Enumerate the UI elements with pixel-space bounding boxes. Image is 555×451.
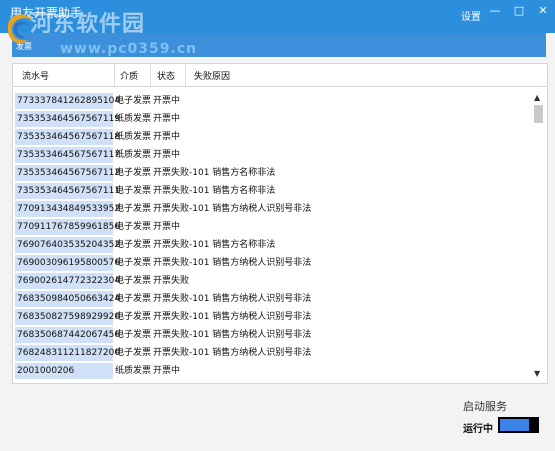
table-row[interactable]: 768350827598929920 电子发票 开票失败 -101 销售方纳税人识别号… — [13, 308, 533, 326]
serial-cell: 735353464567567112 — [15, 165, 120, 181]
table-row[interactable]: 769002614772322304 电子发票 开票失败 — [13, 272, 533, 290]
start-service-label: 启动服务 — [463, 400, 507, 413]
medium-cell: 电子发票 — [115, 276, 152, 286]
reason-cell: -101 销售方名称非法 — [189, 240, 276, 250]
medium-cell: 电子发票 — [115, 294, 152, 304]
table-header: 流水号 介质 状态 失败原因 — [13, 64, 547, 87]
toggle-fill — [500, 419, 529, 431]
serial-cell: 770913434849533952 — [15, 201, 120, 217]
status-cell: 开票失败 — [153, 186, 190, 196]
close-button[interactable]: ✕ — [536, 4, 550, 18]
serial-cell: 770911767859961856 — [15, 219, 120, 235]
serial-cell: 773337841262895104 — [15, 93, 120, 109]
table-row[interactable]: 773337841262895104 电子发票 开票中 — [13, 92, 533, 110]
serial-cell: 735353464567567111 — [15, 183, 120, 199]
medium-cell: 电子发票 — [115, 330, 152, 340]
status-cell: 开票失败 — [153, 348, 190, 358]
table-row[interactable]: 768248311211827200 电子发票 开票失败 -101 销售方纳税人识别号… — [13, 344, 533, 362]
settings-button[interactable]: 设置 — [461, 8, 481, 23]
medium-cell: 电子发票 — [115, 240, 152, 250]
status-cell: 开票中 — [153, 366, 181, 376]
status-cell: 开票失败 — [153, 276, 190, 286]
medium-cell: 电子发票 — [115, 312, 152, 322]
status-cell: 开票中 — [153, 96, 181, 106]
serial-cell: 2001000206 — [15, 363, 113, 379]
reason-cell: -101 销售方纳税人识别号非法 — [189, 258, 312, 268]
medium-cell: 电子发票 — [115, 168, 152, 178]
medium-cell: 纸质发票 — [115, 150, 152, 160]
scroll-up-arrow-icon[interactable]: ▲ — [534, 93, 540, 102]
table-row[interactable]: 770911767859961856 电子发票 开票中 — [13, 218, 533, 236]
table-row[interactable]: 735353464567567111 电子发票 开票失败 -101 销售方名称非法 — [13, 182, 533, 200]
column-divider[interactable] — [150, 64, 151, 86]
table-row[interactable]: 770913434849533952 电子发票 开票失败 -101 销售方纳税人识别号… — [13, 200, 533, 218]
medium-cell: 电子发票 — [115, 186, 152, 196]
column-divider[interactable] — [185, 64, 186, 86]
medium-cell: 纸质发票 — [115, 366, 152, 376]
reason-cell: -101 销售方名称非法 — [189, 168, 276, 178]
status-cell: 开票中 — [153, 222, 181, 232]
column-divider[interactable] — [114, 64, 115, 86]
serial-cell: 735353464567567119 — [15, 111, 120, 127]
medium-cell: 电子发票 — [115, 204, 152, 214]
minimize-button[interactable]: — — [488, 4, 502, 18]
header-serial[interactable]: 流水号 — [22, 69, 49, 82]
running-label: 运行中 — [463, 424, 493, 435]
watermark-url: www.pc0359.cn — [60, 41, 198, 57]
medium-cell: 电子发票 — [115, 96, 152, 106]
scroll-down-arrow-icon[interactable]: ▼ — [534, 369, 540, 378]
serial-cell: 768248311211827200 — [15, 345, 120, 361]
serial-cell: 768350687442067456 — [15, 327, 120, 343]
status-cell: 开票失败 — [153, 204, 190, 214]
serial-cell: 769002614772322304 — [15, 273, 120, 289]
table-row[interactable]: 2001000206 纸质发票 开票中 — [13, 362, 533, 380]
maximize-button[interactable]: □ — [512, 4, 526, 18]
table-row[interactable]: 769003096195800576 电子发票 开票失败 -101 销售方纳税人识别号… — [13, 254, 533, 272]
header-status[interactable]: 状态 — [157, 69, 175, 82]
header-reason[interactable]: 失败原因 — [194, 69, 230, 82]
serial-cell: 768350984050663424 — [15, 291, 120, 307]
medium-cell: 电子发票 — [115, 348, 152, 358]
table-row[interactable]: 735353464567567119 纸质发票 开票中 — [13, 110, 533, 128]
reason-cell: -101 销售方纳税人识别号非法 — [189, 312, 312, 322]
table-row[interactable]: 768350984050663424 电子发票 开票失败 -101 销售方纳税人识别号… — [13, 290, 533, 308]
vertical-scrollbar[interactable]: ▲ ▼ — [531, 87, 546, 382]
reason-cell: -101 销售方名称非法 — [189, 186, 276, 196]
title-bar: 用友开票助手 河东软件园 设置 — □ ✕ — [0, 0, 555, 37]
serial-cell: 735353464567567117 — [15, 147, 120, 163]
medium-cell: 电子发票 — [115, 222, 152, 232]
invoice-table: 流水号 介质 状态 失败原因 773337841262895104 电子发票 开票中… — [12, 63, 548, 384]
status-cell: 开票失败 — [153, 240, 190, 250]
serial-cell: 769003096195800576 — [15, 255, 120, 271]
serial-cell: 768350827598929920 — [15, 309, 120, 325]
status-cell: 开票失败 — [153, 330, 190, 340]
medium-cell: 纸质发票 — [115, 114, 152, 124]
reason-cell: -101 销售方纳税人识别号非法 — [189, 294, 312, 304]
status-cell: 开票失败 — [153, 312, 190, 322]
table-row[interactable]: 768350687442067456 电子发票 开票失败 -101 销售方纳税人识别号… — [13, 326, 533, 344]
table-row[interactable]: 769076403535204352 电子发票 开票失败 -101 销售方名称非法 — [13, 236, 533, 254]
reason-cell: -101 销售方纳税人识别号非法 — [189, 204, 312, 214]
status-cell: 开票失败 — [153, 294, 190, 304]
table-row[interactable]: 735353464567567112 电子发票 开票失败 -101 销售方名称非法 — [13, 164, 533, 182]
service-toggle[interactable] — [498, 417, 539, 433]
table-row[interactable]: 735353464567567118 纸质发票 开票中 — [13, 128, 533, 146]
serial-cell: 769076403535204352 — [15, 237, 120, 253]
serial-cell: 735353464567567118 — [15, 129, 120, 145]
table-row[interactable]: 735353464567567117 纸质发票 开票中 — [13, 146, 533, 164]
medium-cell: 纸质发票 — [115, 132, 152, 142]
status-cell: 开票中 — [153, 114, 181, 124]
status-cell: 开票失败 — [153, 168, 190, 178]
medium-cell: 电子发票 — [115, 258, 152, 268]
watermark-logo-icon — [7, 14, 32, 44]
reason-cell: -101 销售方纳税人识别号非法 — [189, 330, 312, 340]
scroll-thumb[interactable] — [534, 105, 543, 123]
status-cell: 开票失败 — [153, 258, 190, 268]
header-medium[interactable]: 介质 — [120, 69, 138, 82]
status-cell: 开票中 — [153, 150, 181, 160]
status-cell: 开票中 — [153, 132, 181, 142]
reason-cell: -101 销售方纳税人识别号非法 — [189, 348, 312, 358]
